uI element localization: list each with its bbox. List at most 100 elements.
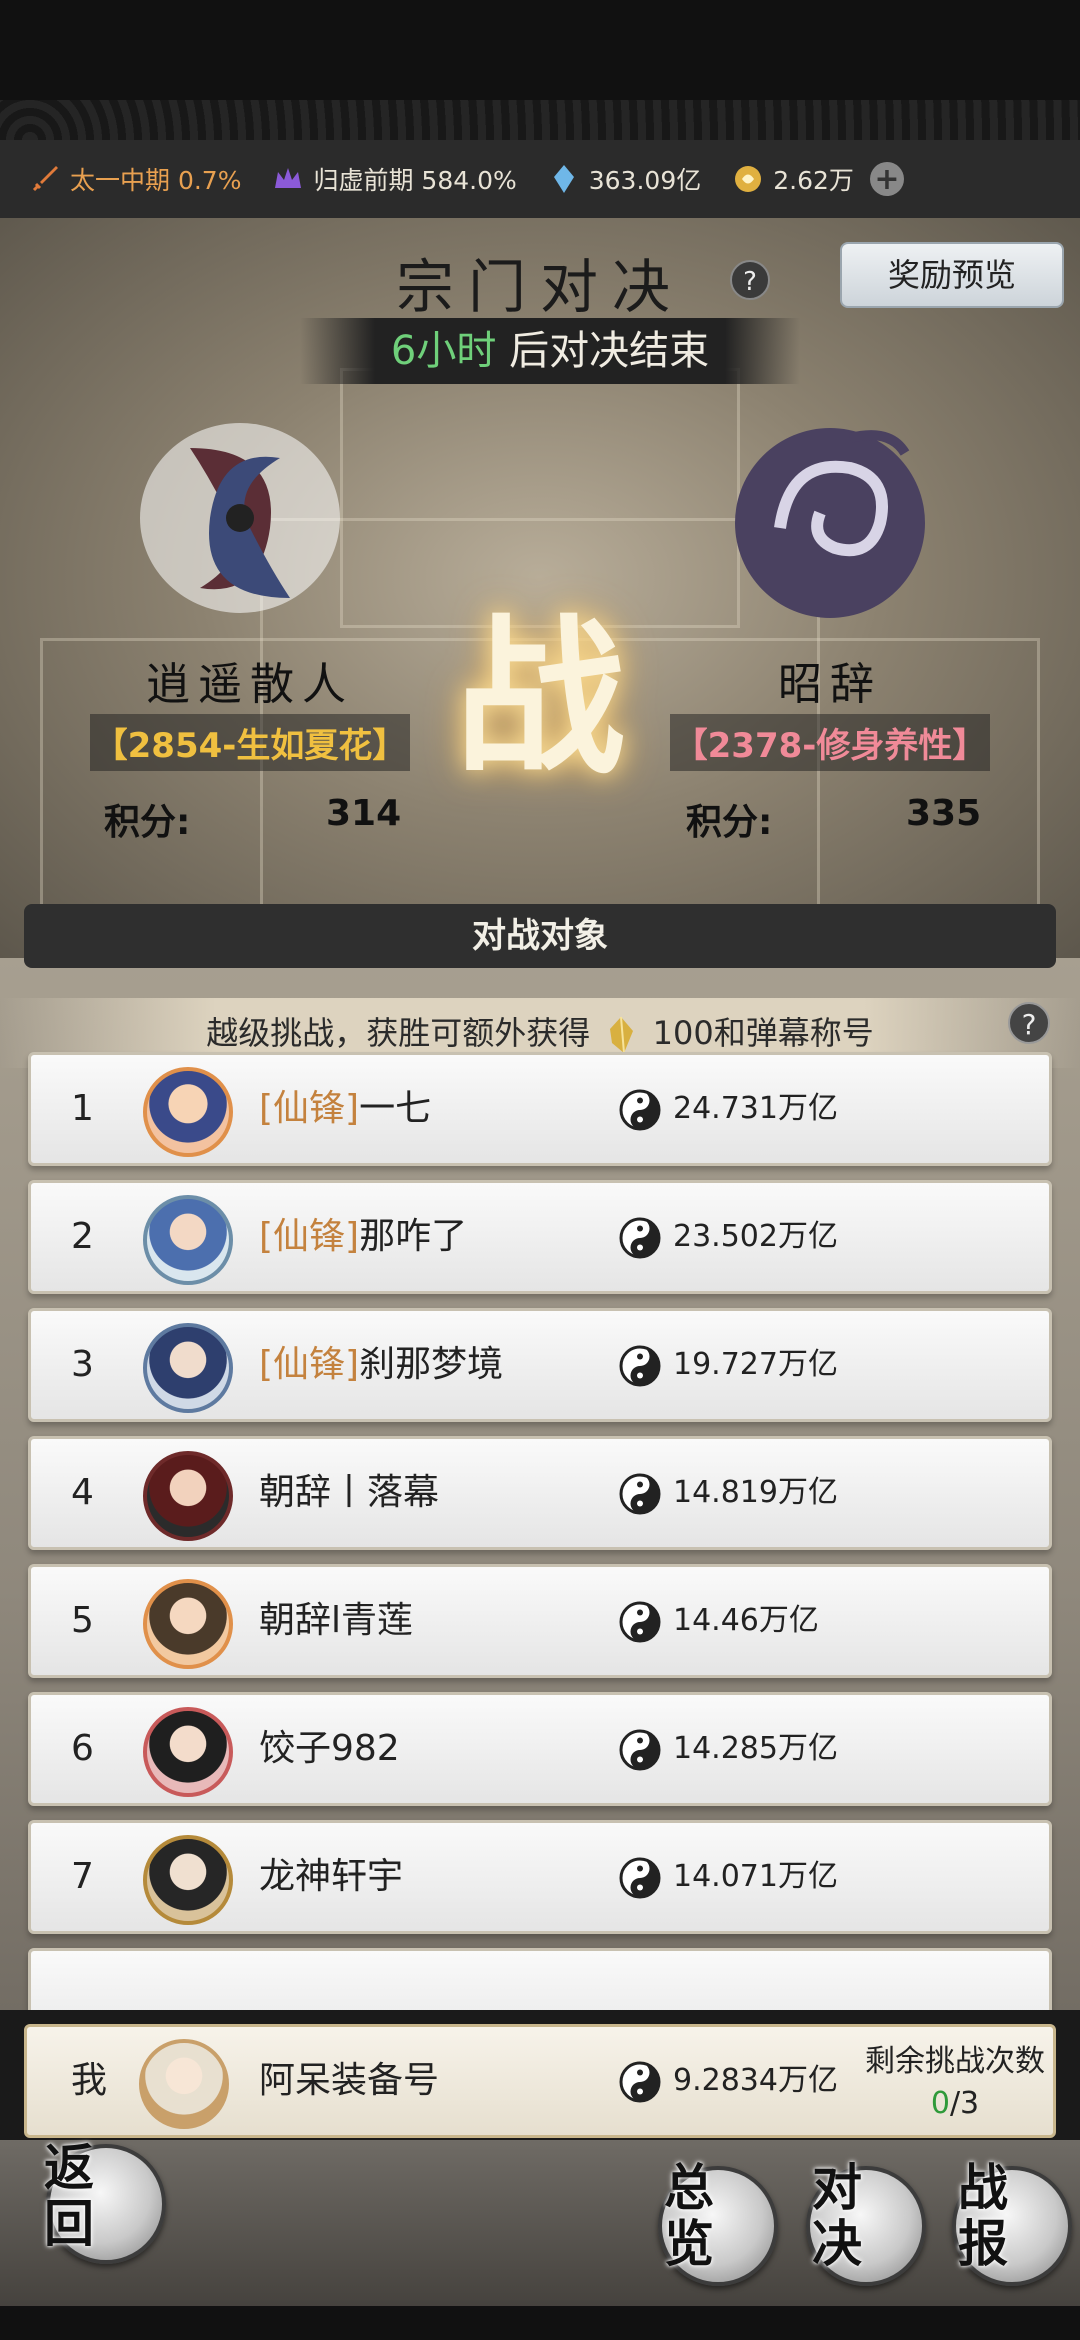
reward-preview-button[interactable]: 奖励预览 bbox=[840, 242, 1064, 308]
player-name: [仙锋]刹那梦境 bbox=[259, 1311, 503, 1419]
yin-yang-icon bbox=[619, 1089, 661, 1131]
coin-icon bbox=[735, 166, 762, 192]
my-row: 我 阿呆装备号 9.2834万亿 剩余挑战次数 0/3 bbox=[24, 2024, 1056, 2138]
guild-tag: [仙锋] bbox=[259, 1088, 360, 1129]
countdown-suffix: 后对决结束 bbox=[496, 328, 710, 374]
avatar bbox=[143, 1067, 233, 1157]
yin-yang-icon bbox=[619, 1601, 661, 1643]
player-name-text: 饺子982 bbox=[259, 1728, 400, 1769]
overview-text: 总览 bbox=[664, 2158, 714, 2273]
player-name: [仙锋]一七 bbox=[259, 1055, 431, 1163]
opponent-row[interactable]: 1 [仙锋]一七 24.731万亿 bbox=[28, 1052, 1052, 1166]
player-name: 饺子982 bbox=[259, 1695, 400, 1803]
duel-banner: 宗门对决 ? 奖励预览 6小时 后对决结束 战 逍遥散人 【2854-生如夏花】… bbox=[0, 218, 1080, 958]
overview-label: 总览 bbox=[664, 2160, 724, 2272]
avatar bbox=[143, 1451, 233, 1541]
rank-number: 4 bbox=[71, 1472, 94, 1513]
power-value: 24.731万亿 bbox=[673, 1091, 838, 1126]
player-name-text: 刹那梦境 bbox=[359, 1344, 504, 1385]
right-sect-name: 昭辞 bbox=[778, 659, 882, 710]
duel-label: 对决 bbox=[812, 2160, 872, 2272]
remaining-used: 0 bbox=[930, 2086, 950, 2121]
me-label: 我 bbox=[71, 2060, 108, 2101]
rank-number: 2 bbox=[71, 1216, 94, 1257]
my-power: 9.2834万亿 bbox=[673, 2063, 838, 2098]
opponent-row[interactable]: 3 [仙锋]刹那梦境 19.727万亿 bbox=[28, 1308, 1052, 1422]
player-name: 朝辞丨落幕 bbox=[259, 1439, 439, 1547]
power-value: 19.727万亿 bbox=[673, 1347, 838, 1382]
currency-text: 2.62万 bbox=[773, 166, 854, 195]
left-score: 314 bbox=[326, 793, 402, 834]
right-sect-tag: 【2378-修身养性】 bbox=[670, 714, 990, 771]
rank-number: 6 bbox=[71, 1728, 94, 1769]
left-score-label: 积分: bbox=[104, 802, 191, 843]
player-name: 龙神轩宇 bbox=[259, 1823, 403, 1931]
battle-mark: 战 bbox=[454, 598, 625, 798]
opponent-row[interactable]: 4 朝辞丨落幕 14.819万亿 bbox=[28, 1436, 1052, 1550]
remaining-label: 剩余挑战次数 bbox=[865, 2044, 1045, 2079]
player-name: 朝辞l青莲 bbox=[259, 1567, 413, 1675]
back-label: 返回 bbox=[44, 2140, 174, 2270]
opponents-header: 对战对象 bbox=[24, 904, 1056, 968]
add-currency-button[interactable]: + bbox=[869, 162, 904, 197]
yin-yang-icon bbox=[619, 2061, 661, 2103]
yin-yang-icon bbox=[619, 1217, 661, 1259]
countdown-banner: 6小时 后对决结束 bbox=[300, 318, 800, 384]
realm-text: 太一中期 0.7% bbox=[70, 166, 242, 195]
guild-tag: [仙锋] bbox=[259, 1344, 360, 1385]
rank-number: 1 bbox=[71, 1088, 94, 1129]
rank-number: 3 bbox=[71, 1344, 94, 1385]
my-name: 阿呆装备号 bbox=[259, 2060, 440, 2101]
rank-number: 5 bbox=[71, 1600, 94, 1641]
opponent-list[interactable]: 越级挑战，获胜可额外获得 100和弹幕称号 ? 1 [仙锋]一七 24.731万… bbox=[0, 958, 1080, 2010]
help-icon[interactable]: ? bbox=[730, 260, 770, 300]
avatar bbox=[143, 1323, 233, 1413]
realm-resource[interactable]: 太一中期 0.7% bbox=[28, 161, 241, 197]
left-sect-emblem bbox=[140, 423, 340, 613]
player-name-text: 那咋了 bbox=[359, 1216, 468, 1257]
currency-resource[interactable]: 2.62万 bbox=[731, 161, 854, 197]
crown-icon bbox=[275, 168, 302, 188]
avatar bbox=[143, 1195, 233, 1285]
player-name-text: 朝辞l青莲 bbox=[259, 1600, 414, 1641]
top-cloud-pattern bbox=[0, 100, 1080, 140]
rank-number: 7 bbox=[71, 1856, 94, 1897]
power-value: 14.819万亿 bbox=[673, 1475, 838, 1510]
opponent-row[interactable]: 5 朝辞l青莲 14.46万亿 bbox=[28, 1564, 1052, 1678]
back-text: 返回 bbox=[44, 2138, 94, 2253]
player-name: [仙锋]那咋了 bbox=[259, 1183, 467, 1291]
yin-yang-icon bbox=[619, 1345, 661, 1387]
cultivation-text: 归虚前期 584.0% bbox=[313, 166, 517, 195]
left-sect-name: 逍遥散人 bbox=[146, 659, 354, 710]
hint-text-before: 越级挑战，获胜可额外获得 bbox=[206, 1014, 591, 1052]
guild-tag: [仙锋] bbox=[259, 1216, 360, 1257]
yin-yang-icon bbox=[619, 1857, 661, 1899]
report-text: 战报 bbox=[958, 2158, 1008, 2273]
avatar bbox=[143, 1579, 233, 1669]
player-name-text: 朝辞丨落幕 bbox=[259, 1472, 440, 1513]
power-value: 14.285万亿 bbox=[673, 1731, 838, 1766]
crystal-icon bbox=[553, 165, 574, 193]
resource-bar: 太一中期 0.7% 归虚前期 584.0% 363.09亿 2.62万 + bbox=[0, 140, 1080, 218]
opponent-row[interactable]: 7 龙神轩宇 14.071万亿 bbox=[28, 1820, 1052, 1934]
player-name-text: 龙神轩宇 bbox=[259, 1856, 404, 1897]
help-icon[interactable]: ? bbox=[1008, 1002, 1050, 1044]
power-value: 14.46万亿 bbox=[673, 1603, 819, 1638]
power-value: 14.071万亿 bbox=[673, 1859, 838, 1894]
left-sect-tag: 【2854-生如夏花】 bbox=[90, 714, 410, 771]
sword-icon bbox=[32, 166, 58, 192]
hint-text-after: 100和弹幕称号 bbox=[652, 1014, 874, 1052]
opponent-row[interactable]: 2 [仙锋]那咋了 23.502万亿 bbox=[28, 1180, 1052, 1294]
yin-yang-icon bbox=[619, 1729, 661, 1771]
duel-text: 对决 bbox=[812, 2158, 862, 2273]
opponent-row[interactable]: 6 饺子982 14.285万亿 bbox=[28, 1692, 1052, 1806]
right-score: 335 bbox=[906, 793, 982, 834]
gold-crystal-icon bbox=[610, 1016, 634, 1054]
opponent-row-partial[interactable] bbox=[28, 1948, 1052, 2010]
player-name-text: 一七 bbox=[359, 1088, 432, 1129]
avatar bbox=[143, 1707, 233, 1797]
power-value: 23.502万亿 bbox=[673, 1219, 838, 1254]
spirit-stone-resource[interactable]: 363.09亿 bbox=[547, 161, 701, 197]
cultivation-resource[interactable]: 归虚前期 584.0% bbox=[271, 161, 517, 197]
avatar bbox=[143, 1835, 233, 1925]
